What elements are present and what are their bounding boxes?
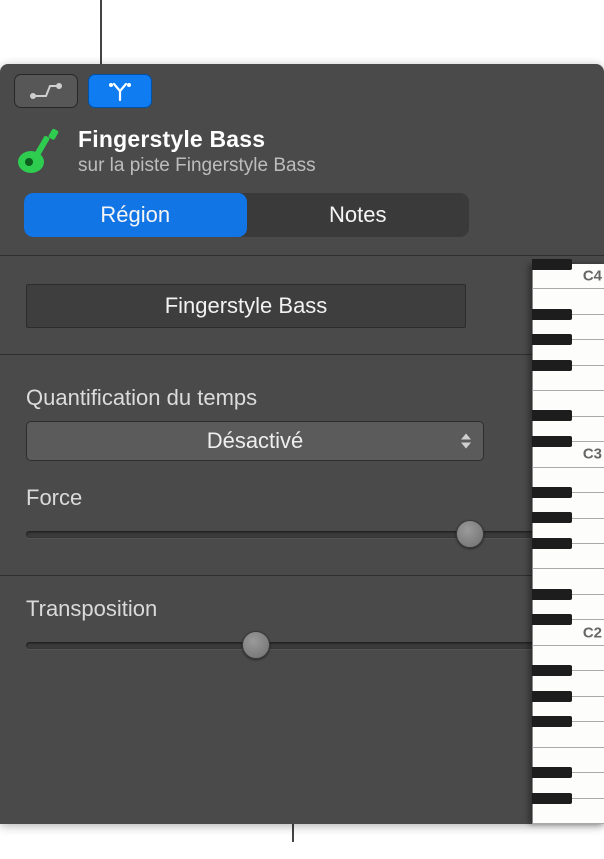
tab-region[interactable]: Région	[24, 193, 247, 237]
transposition-label: Transposition	[26, 596, 157, 622]
region-header: Fingerstyle Bass sur la piste Fingerstyl…	[0, 112, 604, 187]
transposition-section: Transposition 0	[0, 576, 604, 688]
key-label-c2: C2	[583, 624, 602, 641]
bass-guitar-icon	[14, 127, 64, 177]
strength-row: Force 100	[26, 485, 578, 547]
region-name-field[interactable]: Fingerstyle Bass	[26, 284, 466, 328]
black-key[interactable]	[532, 614, 572, 625]
strength-label: Force	[26, 485, 82, 511]
black-key[interactable]	[532, 589, 572, 600]
black-key[interactable]	[532, 360, 572, 371]
black-key[interactable]	[532, 436, 572, 447]
black-key[interactable]	[532, 665, 572, 676]
piano-ruler[interactable]: C4 C3 C2	[532, 264, 604, 824]
time-quantize-dropdown[interactable]: Désactivé	[26, 421, 484, 461]
black-key[interactable]	[532, 410, 572, 421]
strength-slider-thumb[interactable]	[456, 520, 484, 548]
title-stack: Fingerstyle Bass sur la piste Fingerstyl…	[78, 126, 316, 177]
automation-curve-button[interactable]	[14, 74, 78, 108]
instrument-icon	[14, 127, 64, 177]
time-quantize-section: Quantification du temps Désactivé Force …	[0, 355, 604, 547]
automation-icon	[28, 81, 64, 101]
playhead-catch-icon	[105, 80, 135, 102]
region-subtitle: sur la piste Fingerstyle Bass	[78, 155, 316, 177]
piano-roll-inspector: Fingerstyle Bass sur la piste Fingerstyl…	[0, 64, 604, 824]
stepper-arrows-icon	[461, 434, 471, 449]
region-title: Fingerstyle Bass	[78, 126, 316, 153]
key-label-c3: C3	[583, 446, 602, 463]
black-key[interactable]	[532, 487, 572, 498]
black-key[interactable]	[532, 767, 572, 778]
time-quantize-label: Quantification du temps	[26, 385, 578, 411]
strength-slider[interactable]	[26, 521, 578, 547]
tab-notes[interactable]: Notes	[247, 193, 470, 237]
black-key[interactable]	[532, 512, 572, 523]
black-key[interactable]	[532, 309, 572, 320]
black-key[interactable]	[532, 691, 572, 702]
region-name-row: Fingerstyle Bass	[0, 256, 604, 354]
inspector-tab-bar: Région Notes	[24, 193, 469, 237]
black-key[interactable]	[532, 259, 572, 270]
key-label-c4: C4	[583, 268, 602, 285]
black-key[interactable]	[532, 538, 572, 549]
top-toolbar	[0, 64, 604, 112]
black-key[interactable]	[532, 793, 572, 804]
transposition-slider-thumb[interactable]	[242, 631, 270, 659]
black-key[interactable]	[532, 334, 572, 345]
time-quantize-value: Désactivé	[207, 428, 304, 454]
catch-playhead-button[interactable]	[88, 74, 152, 108]
transposition-slider[interactable]	[26, 632, 578, 658]
black-key[interactable]	[532, 716, 572, 727]
